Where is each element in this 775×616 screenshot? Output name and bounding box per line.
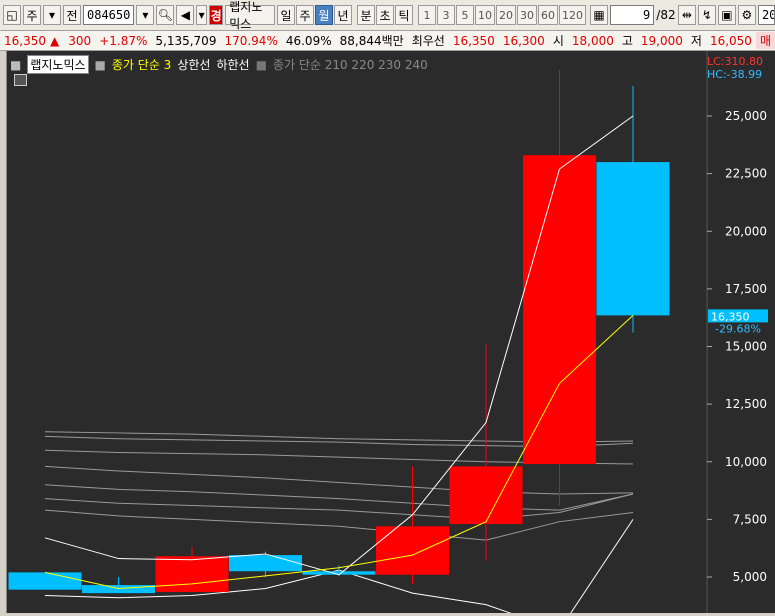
low-price: 16,050 (709, 33, 752, 48)
low-label: 저 (690, 34, 702, 48)
period-tab-1[interactable]: 주 (296, 5, 314, 25)
ma-long-line (44, 493, 634, 520)
legend-marker-icon: ■ (94, 57, 106, 72)
up-arrow-icon: ▲ (50, 33, 60, 48)
date-input[interactable]: 20 (757, 5, 775, 25)
volume-ratio: 170.94% (224, 33, 278, 48)
interval-button-1[interactable]: 3 (437, 5, 455, 25)
quote-bar: 16,350 ▲ 300 +1.87% 5,135,709 170.94% 46… (0, 31, 775, 51)
change-rate: +1.87% (99, 33, 148, 48)
intraday-tabs: 분초틱 (357, 5, 413, 25)
y-tick-label: 20,000 (725, 224, 767, 238)
candle-body (155, 556, 229, 592)
volume: 5,135,709 (155, 33, 217, 48)
y-tick-label: 5,000 (733, 570, 767, 584)
current-price-pct: -29.68% (715, 322, 761, 335)
warning-tag: 경 (208, 5, 224, 25)
y-tick-label: 17,500 (725, 282, 767, 296)
window-icon[interactable]: ◱ (3, 5, 21, 25)
candle-body (449, 466, 523, 524)
candle-body (523, 155, 596, 465)
trade-amount: 88,844백만 (339, 34, 404, 48)
gear-icon[interactable]: ⚙ (737, 5, 756, 25)
period-tab-3[interactable]: 년 (334, 5, 352, 25)
legend-marker-icon: ■ (10, 57, 22, 72)
left-scroll-strip[interactable] (0, 51, 7, 613)
period-tab-0[interactable]: 일 (277, 5, 295, 25)
bid-price: 16,300 (502, 33, 545, 48)
interval-buttons: 1 3 5 10 20 30 60 120 (418, 5, 586, 25)
line-tool-icon[interactable]: ↯ (697, 5, 716, 25)
market-select[interactable]: 주 (23, 5, 41, 25)
y-tick-label: 12,500 (725, 397, 767, 411)
hc-label: HC:-38.99 (707, 68, 762, 81)
speaker-dropdown-icon[interactable]: ▾ (196, 5, 207, 25)
intraday-tab-0[interactable]: 분 (357, 5, 375, 25)
open-label: 시 (552, 34, 564, 48)
open-price: 18,000 (571, 33, 614, 48)
calendar-icon[interactable]: ▦ (590, 5, 608, 25)
page-input[interactable]: 9 (610, 5, 655, 25)
intraday-tab-2[interactable]: 틱 (395, 5, 413, 25)
ask-price: 16,350 (452, 33, 495, 48)
ma-long-line (44, 484, 634, 511)
stock-code-input[interactable]: 084650 (83, 5, 135, 25)
page-total: /82 (656, 8, 676, 22)
lc-label: LC:310.80 (707, 55, 763, 68)
candle-body (596, 162, 670, 316)
legend-lower-band[interactable]: 하한선 (216, 56, 249, 73)
legend-marker-icon: ■ (255, 57, 267, 72)
speaker-icon[interactable]: ◀ (176, 5, 195, 25)
best-quote-label: 최우선 (411, 34, 445, 48)
market-dropdown-icon[interactable]: ▾ (43, 5, 61, 25)
interval-button-3[interactable]: 10 (475, 5, 495, 25)
grid-toggle-icon[interactable] (14, 74, 27, 86)
legend-ma-long[interactable]: 종가 단순 210 220 230 240 (273, 56, 428, 73)
chart-legend: ■ 랩지노믹스 ■ 종가 단순 3 상한선 하한선 ■ 종가 단순 210 22… (10, 55, 428, 74)
interval-button-5[interactable]: 30 (517, 5, 537, 25)
candle-body (376, 526, 449, 575)
chart-toolbar: ◱ 주 ▾ 전 084650 ▾ 🔍︎ ◀ ▾ 경 랩지노믹스 일주월년 분초틱… (0, 0, 775, 31)
legend-upper-band[interactable]: 상한선 (177, 56, 210, 73)
intraday-tab-1[interactable]: 초 (376, 5, 394, 25)
legend-stock-name[interactable]: 랩지노믹스 (27, 55, 89, 74)
period-tab-2[interactable]: 월 (315, 5, 333, 25)
candle-body (229, 555, 302, 572)
ma-long-line (44, 509, 634, 541)
y-tick-label: 7,500 (733, 512, 767, 526)
interval-button-7[interactable]: 120 (559, 5, 586, 25)
y-tick-label: 15,000 (725, 340, 767, 354)
high-label: 고 (621, 34, 633, 48)
interval-button-0[interactable]: 1 (418, 5, 436, 25)
search-icon[interactable]: 🔍︎ (156, 5, 175, 25)
turnover-rate: 46.09% (285, 33, 332, 48)
candle-body (82, 585, 155, 594)
price-change: 300 (68, 33, 92, 48)
market-label: 주 (26, 8, 38, 23)
legend-ma3[interactable]: 종가 단순 3 (112, 56, 171, 73)
candlestick-chart: 5,000 7,500 10,000 12,500 15,000 17,500 20,000… (8, 51, 775, 616)
y-tick-label: 25,000 (725, 109, 767, 123)
period-tabs: 일주월년 (277, 5, 352, 25)
current-price: 16,350 (4, 33, 46, 48)
order-button[interactable]: 매 (755, 32, 775, 49)
interval-button-2[interactable]: 5 (456, 5, 474, 25)
price-chart[interactable]: 5,000 7,500 10,000 12,500 15,000 17,500 20,000… (7, 51, 775, 616)
y-tick-label: 10,000 (725, 455, 767, 469)
interval-button-4[interactable]: 20 (496, 5, 516, 25)
interval-button-6[interactable]: 60 (538, 5, 558, 25)
save-icon[interactable]: ▣ (717, 5, 736, 25)
stock-name-label: 랩지노믹스 (225, 0, 275, 31)
code-dropdown-icon[interactable]: ▾ (136, 5, 155, 25)
y-tick-label: 22,500 (725, 167, 767, 181)
prev-button[interactable]: 전 (63, 5, 81, 25)
candle-body (8, 572, 82, 590)
zoom-icon[interactable]: ⇹ (677, 5, 696, 25)
high-price: 19,000 (640, 33, 683, 48)
